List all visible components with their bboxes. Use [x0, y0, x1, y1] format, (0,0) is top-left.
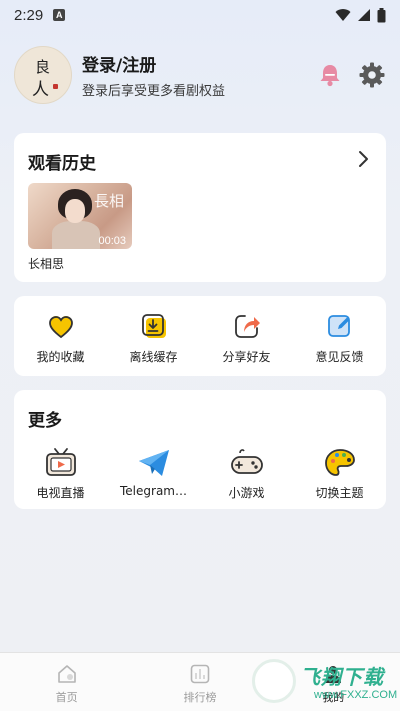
battery-icon — [377, 7, 386, 22]
ranking-icon — [190, 664, 210, 684]
status-bar: 2:29 A — [0, 0, 400, 30]
tab-ranking-label: 排行榜 — [183, 691, 217, 704]
avatar[interactable]: 良 人 — [14, 46, 72, 104]
share-friends-button[interactable]: 分享好友 — [200, 296, 293, 376]
more-card: 更多 电视直播 Telegram… 小游戏 切换主题 — [14, 390, 386, 509]
history-item-title[interactable]: 长相思 — [28, 255, 64, 272]
watch-history-card: 观看历史 長相 00:03 长相思 — [14, 133, 386, 282]
wifi-icon — [335, 9, 351, 21]
offline-cache-label: 离线缓存 — [129, 350, 178, 364]
gear-icon[interactable] — [358, 61, 386, 89]
tv-icon — [45, 448, 76, 476]
heart-icon — [48, 316, 73, 339]
signal-icon — [358, 9, 370, 21]
thumb-calligraphy: 長相 — [93, 192, 124, 210]
favorites-button[interactable]: 我的收藏 — [14, 296, 107, 376]
profile-text[interactable]: 登录/注册 登录后享受更多看剧权益 — [82, 51, 225, 99]
status-time: 2:29 — [14, 6, 44, 24]
tv-live-button[interactable]: 电视直播 — [14, 446, 107, 501]
notification-badge: A — [53, 9, 66, 21]
quick-actions-card: 我的收藏 离线缓存 分享好友 意见反馈 — [14, 296, 386, 376]
login-subtitle: 登录后享受更多看剧权益 — [82, 84, 226, 99]
tab-ranking[interactable]: 排行榜 — [133, 653, 266, 711]
more-items: 电视直播 Telegram… 小游戏 切换主题 — [14, 446, 386, 501]
thumb-figure-face — [65, 199, 85, 223]
share-friends-label: 分享好友 — [222, 350, 271, 364]
telegram-button[interactable]: Telegram… — [107, 446, 200, 501]
tab-home-label: 首页 — [55, 691, 78, 704]
history-item-duration: 00:03 — [98, 235, 126, 247]
watch-history-title: 观看历史 — [28, 154, 96, 174]
switch-theme-label: 切换主题 — [315, 486, 364, 500]
tab-mine-label: 我的 — [322, 691, 345, 704]
feedback-icon — [327, 315, 350, 337]
gamepad-icon — [230, 449, 263, 474]
status-icons — [335, 7, 386, 23]
profile-icon — [325, 666, 342, 683]
header-icons — [316, 61, 386, 89]
feedback-button[interactable]: 意见反馈 — [293, 296, 386, 376]
bell-icon[interactable] — [316, 61, 344, 89]
palette-icon — [324, 449, 355, 476]
download-icon — [141, 314, 166, 338]
avatar-seal — [53, 84, 58, 89]
history-item-thumbnail[interactable]: 長相 00:03 — [28, 183, 132, 249]
offline-cache-button[interactable]: 离线缓存 — [107, 296, 200, 376]
home-icon — [57, 665, 76, 683]
mini-games-button[interactable]: 小游戏 — [200, 446, 293, 501]
avatar-char-1: 良 — [35, 58, 51, 76]
tab-home[interactable]: 首页 — [0, 653, 133, 711]
bottom-tab-bar: 首页 排行榜 我的 — [0, 652, 400, 711]
switch-theme-button[interactable]: 切换主题 — [293, 446, 386, 501]
tv-live-label: 电视直播 — [36, 486, 85, 500]
favorites-label: 我的收藏 — [36, 350, 85, 364]
telegram-label: Telegram… — [120, 484, 187, 498]
mini-games-label: 小游戏 — [228, 486, 265, 500]
share-icon — [234, 315, 260, 338]
profile-header[interactable]: 良 人 登录/注册 登录后享受更多看剧权益 — [14, 44, 386, 106]
avatar-char-2: 人 — [32, 80, 49, 100]
feedback-label: 意见反馈 — [315, 350, 364, 364]
tab-mine[interactable]: 我的 — [267, 653, 400, 711]
more-title: 更多 — [28, 411, 62, 431]
thumb-figure-body — [52, 221, 100, 249]
telegram-icon — [138, 450, 169, 476]
login-register-link[interactable]: 登录/注册 — [82, 51, 225, 76]
chevron-right-icon[interactable] — [356, 150, 370, 168]
